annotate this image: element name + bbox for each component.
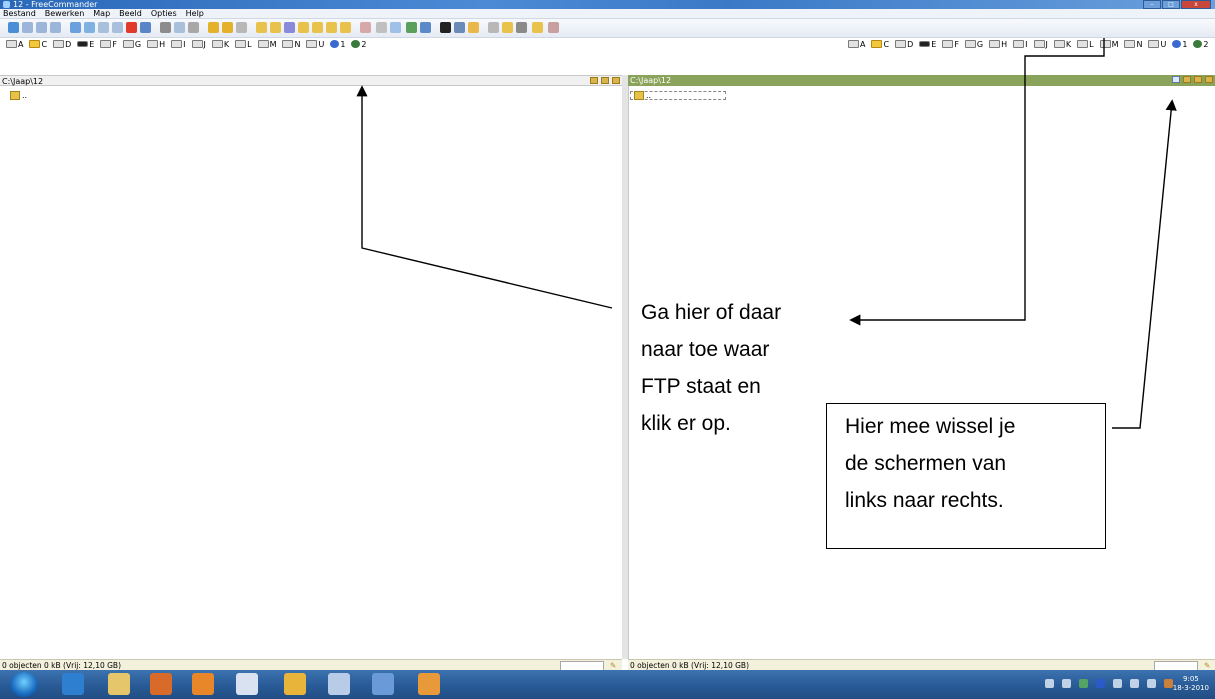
arrow-swap [1112, 99, 1177, 429]
arrow-right-ftp [849, 38, 1105, 326]
annotation-arrows [356, 38, 1177, 429]
arrow-left-ftp [356, 85, 613, 309]
